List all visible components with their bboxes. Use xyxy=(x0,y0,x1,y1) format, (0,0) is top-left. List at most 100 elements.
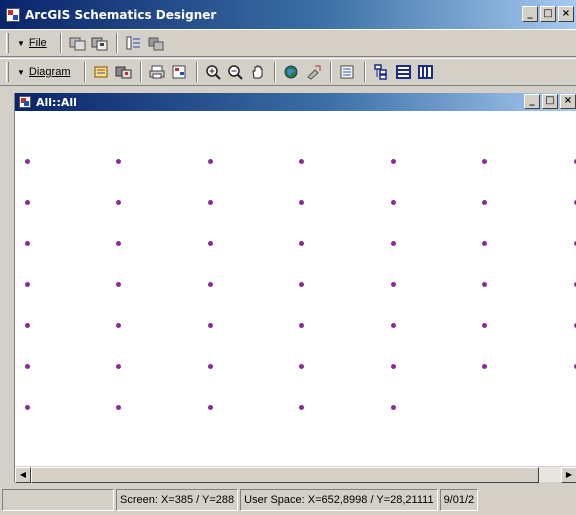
toolbar-grip[interactable] xyxy=(6,33,9,53)
schematic-node[interactable] xyxy=(390,281,396,287)
schematic-node[interactable] xyxy=(24,404,30,410)
update-diagram-button[interactable] xyxy=(113,61,135,83)
schematic-node[interactable] xyxy=(207,199,213,205)
schematic-node[interactable] xyxy=(299,363,304,369)
edit-diagram-button[interactable] xyxy=(91,61,113,83)
schematic-node[interactable] xyxy=(207,404,213,410)
schematic-node[interactable] xyxy=(116,281,121,287)
schematic-node[interactable] xyxy=(482,281,487,287)
schematic-node[interactable] xyxy=(482,240,487,246)
schematic-node[interactable] xyxy=(299,240,304,246)
schematic-node[interactable] xyxy=(390,158,396,164)
horizontal-layout-button[interactable] xyxy=(393,61,415,83)
schematic-node[interactable] xyxy=(116,363,121,369)
schematic-node[interactable] xyxy=(24,363,30,369)
maximize-button[interactable]: □ xyxy=(540,6,556,22)
schematic-node[interactable] xyxy=(116,240,121,246)
scroll-thumb[interactable] xyxy=(31,467,539,483)
schematic-node[interactable] xyxy=(116,199,121,205)
schematic-node[interactable] xyxy=(390,240,396,246)
diagram-canvas[interactable] xyxy=(15,111,576,466)
toolbar-separator xyxy=(115,33,118,53)
schematic-node[interactable] xyxy=(299,199,304,205)
diagram-minimize-button[interactable]: _ xyxy=(524,94,540,109)
schematic-node[interactable] xyxy=(482,158,487,164)
toolbar-separator xyxy=(273,62,276,82)
app-title-bar[interactable]: ArcGIS Schematics Designer _ □ × xyxy=(0,0,576,29)
dropdown-arrow-icon: ▼ xyxy=(17,38,25,48)
edit-diagram-icon xyxy=(94,66,107,78)
save-diagram-icon xyxy=(91,37,108,51)
status-date: 9/01/2 xyxy=(439,489,479,511)
schematic-node[interactable] xyxy=(299,281,304,287)
diagram-menu-dropdown[interactable]: ▼ Diagram xyxy=(17,66,71,78)
tree-layout-button[interactable] xyxy=(371,61,393,83)
schematic-node[interactable] xyxy=(207,363,213,369)
schematic-node[interactable] xyxy=(390,363,396,369)
export-button[interactable] xyxy=(169,61,191,83)
dataset-icon xyxy=(126,36,140,50)
diagram-maximize-button[interactable]: □ xyxy=(542,94,558,109)
horizontal-layout-icon xyxy=(395,65,411,79)
diagram-window: All::All _ □ × ◀ ▶ xyxy=(14,93,576,483)
properties-button[interactable] xyxy=(145,32,167,54)
toolbar-separator xyxy=(363,62,366,82)
schematic-node[interactable] xyxy=(482,199,487,205)
file-menu-label: File xyxy=(28,37,47,49)
schematic-node[interactable] xyxy=(299,322,304,328)
open-diagram-button[interactable] xyxy=(67,32,89,54)
toolbar-separator xyxy=(329,62,332,82)
schematic-node[interactable] xyxy=(390,404,396,410)
zoom-in-button[interactable] xyxy=(203,61,225,83)
toolbar-separator xyxy=(83,62,86,82)
schematic-node[interactable] xyxy=(116,158,121,164)
schematic-node[interactable] xyxy=(482,322,487,328)
close-button[interactable]: × xyxy=(558,6,574,22)
full-extent-button[interactable] xyxy=(281,61,303,83)
scroll-left-button[interactable]: ◀ xyxy=(15,467,31,483)
window-title: ArcGIS Schematics Designer xyxy=(25,7,217,22)
diagram-window-title-bar[interactable]: All::All _ □ × xyxy=(15,93,576,111)
schematic-node[interactable] xyxy=(24,199,30,205)
schematic-node[interactable] xyxy=(299,158,304,164)
schematic-node[interactable] xyxy=(24,281,30,287)
schematic-node[interactable] xyxy=(207,281,213,287)
schematic-node[interactable] xyxy=(207,158,213,164)
schematic-node[interactable] xyxy=(24,322,30,328)
save-diagram-button[interactable] xyxy=(89,32,111,54)
dropdown-arrow-icon: ▼ xyxy=(17,67,25,77)
schematic-node[interactable] xyxy=(116,322,121,328)
vertical-layout-button[interactable] xyxy=(415,61,437,83)
properties-icon xyxy=(148,37,164,51)
print-button[interactable] xyxy=(147,61,169,83)
pan-button[interactable] xyxy=(247,61,269,83)
diagram-window-icon xyxy=(19,96,31,108)
toolbar-separator xyxy=(195,62,198,82)
schematic-node[interactable] xyxy=(116,404,121,410)
status-screen-coords: Screen: X=385 / Y=288 xyxy=(116,489,239,511)
schematic-node[interactable] xyxy=(24,240,30,246)
schematic-node[interactable] xyxy=(207,322,213,328)
diagram-window-controls: _ □ × xyxy=(524,94,576,109)
zoom-out-button[interactable] xyxy=(225,61,247,83)
horizontal-scrollbar[interactable]: ◀ ▶ xyxy=(15,466,576,483)
scroll-right-button[interactable]: ▶ xyxy=(561,467,576,483)
minimize-button[interactable]: _ xyxy=(522,6,538,22)
zoom-out-icon xyxy=(227,65,243,80)
diagram-close-button[interactable]: × xyxy=(560,94,576,109)
list-button[interactable] xyxy=(337,61,359,83)
diagram-toolbar: ▼ Diagram xyxy=(0,58,576,86)
dataset-button[interactable] xyxy=(123,32,145,54)
schematic-node[interactable] xyxy=(482,363,487,369)
schematic-node[interactable] xyxy=(390,322,396,328)
toolbar-grip[interactable] xyxy=(6,62,9,82)
toolbar-separator xyxy=(59,33,62,53)
file-menu-dropdown[interactable]: ▼ File xyxy=(17,37,47,49)
schematic-node[interactable] xyxy=(299,404,304,410)
toolbar-separator xyxy=(139,62,142,82)
select-button[interactable] xyxy=(303,61,325,83)
schematic-node[interactable] xyxy=(390,199,396,205)
list-icon xyxy=(340,65,353,79)
schematic-node[interactable] xyxy=(207,240,213,246)
schematic-node[interactable] xyxy=(24,158,30,164)
